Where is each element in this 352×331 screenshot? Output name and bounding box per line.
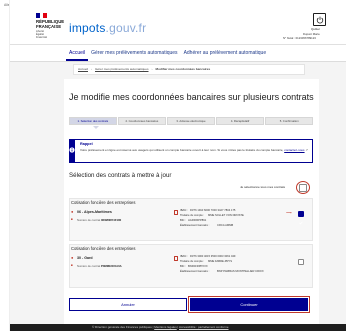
logout-button[interactable] — [313, 13, 326, 26]
stepper: 1. Sélection des contrats 2. Coordonnées… — [69, 117, 313, 125]
info-text: Votre prélèvement en ligne est réservé a… — [80, 148, 308, 153]
info-title: Rappel — [80, 142, 93, 146]
footer-link-legal[interactable]: Mentions légales — [154, 325, 177, 329]
bank-document-icon — [174, 210, 178, 215]
user-fiscal-number: N° fiscal : 0123456789123 — [283, 36, 316, 40]
footer-text: © Direction générale des Finances publiq… — [92, 325, 229, 329]
bank-document-icon — [174, 256, 178, 261]
bank-value: CRCA AMMB — [217, 224, 234, 227]
bic-label: BIC : — [180, 219, 186, 222]
step-4: 4. Récapitulatif — [216, 117, 264, 125]
nav-item-gerer[interactable]: Gérer mes prélèvements automatiques — [88, 47, 180, 61]
contract-number-label: Numéro de contrat : — [77, 218, 102, 222]
iban-label: IBAN : — [180, 255, 188, 258]
contract-number: 060M0RF4F180 — [101, 218, 122, 222]
bank-value: BNP PARIBAS MONTPELLIER CROIX — [217, 270, 264, 273]
contract-checkbox[interactable] — [298, 211, 304, 225]
bank-label: Établissement bancaire : — [180, 224, 210, 227]
breadcrumb-item-accueil[interactable]: Accueil — [78, 67, 88, 71]
contract-tax-type: Cotisation foncière des entreprises — [71, 246, 136, 251]
breadcrumb-item-gerer[interactable]: Gérer mes prélèvements automatiques — [95, 67, 148, 71]
step-5: 5. Confirmation — [265, 117, 313, 125]
breadcrumb-item-current: Modifier mes coordonnées bancaires — [155, 66, 211, 71]
contract-tax-type: Cotisation foncière des entreprises — [71, 200, 136, 205]
iban-value: FR76 1910 6000 7000 3427 7804 175 — [190, 209, 236, 212]
contract-checkbox[interactable] — [298, 259, 304, 265]
step-3: 3. Adresse électronique — [167, 117, 215, 125]
contract-number-icon: ■ — [71, 263, 73, 267]
location-pin-icon: ● — [71, 255, 74, 260]
holder-label: Titulaire du compte : — [180, 260, 205, 263]
step-1: 1. Sélection des contrats — [69, 117, 117, 125]
current-step-pointer — [93, 126, 99, 129]
check-icon — [299, 221, 303, 225]
power-icon — [316, 16, 323, 23]
breadcrumb: Accueil › Gérer mes prélèvements automat… — [73, 64, 305, 75]
external-link-icon: ↗ — [305, 148, 308, 152]
marianne-flag-icon — [36, 13, 48, 18]
bic-value: BNPAFRPPXXX — [188, 265, 208, 268]
footer-copyright: © Direction générale des Finances publiq… — [92, 325, 152, 329]
nav-item-accueil[interactable]: Accueil — [66, 47, 89, 61]
contract-number: P3MME0C0A0A — [101, 264, 122, 268]
republique-francaise-logo: RÉPUBLIQUE FRANÇAISE — [36, 19, 64, 29]
nav-item-adherer[interactable]: Adhérer au prélèvement automatique — [181, 47, 270, 61]
continue-button[interactable]: Continuer — [188, 296, 310, 313]
contract-place: 30 - Gard — [77, 256, 93, 260]
holder-label: Titulaire du compte : — [180, 214, 205, 217]
contract-number-label: Numéro de contrat : — [77, 264, 102, 268]
header-divider — [10, 44, 346, 45]
contract-place: 06 - Alpes-Maritimes — [77, 210, 112, 214]
main-nav: Accueil Gérer mes prélèvements automatiq… — [10, 47, 346, 61]
contact-link[interactable]: contactez-nous — [284, 148, 304, 152]
step-2: 2. Coordonnées bancaires — [118, 117, 166, 125]
holder-value: MME SOLLET VON DROSTE — [208, 214, 244, 217]
highlight-circle — [296, 181, 310, 194]
devise: Liberté Égalité Fraternité — [36, 30, 48, 40]
cancel-button[interactable]: Annuler — [69, 298, 187, 311]
rf-line-2: FRANÇAISE — [36, 23, 62, 29]
contract-number-icon: ■ — [71, 217, 73, 221]
footer-link-accessibility[interactable]: Accessibilité : partiellement conforme — [179, 325, 229, 329]
bank-label: Établissement bancaire : — [180, 270, 210, 273]
logout-label: Quitter — [311, 27, 321, 31]
chevron-right-icon: › — [151, 66, 153, 71]
info-icon — [69, 140, 75, 153]
arrow-right-icon: ⟶ — [286, 210, 292, 215]
devise-fraternite: Fraternité — [36, 35, 48, 39]
iban-label: IBAN : — [180, 209, 188, 212]
select-all-label: Je sélectionne tous mes contrats — [240, 185, 286, 189]
chevron-right-icon: › — [90, 66, 93, 71]
iban-value: FR76 3000 4015 3500 0003 3061 049 — [190, 255, 236, 258]
selection-title: Sélection des contrats à mettre à jour — [69, 172, 172, 179]
location-pin-icon: ● — [71, 209, 74, 214]
holder-value: MME FABRE-PRYS — [208, 260, 232, 263]
bic-value: AGRIFRPP891 — [188, 219, 207, 222]
bic-label: BIC : — [180, 265, 186, 268]
impots-gouv-logo[interactable]: impots.gouv.fr — [69, 22, 146, 34]
brand-ext: .gouv.fr — [105, 21, 147, 35]
page-title: Je modifie mes coordonnées bancaires sur… — [69, 92, 314, 102]
brand-main: impots — [69, 21, 106, 35]
info-text-body: Votre prélèvement en ligne est réservé a… — [80, 148, 284, 152]
